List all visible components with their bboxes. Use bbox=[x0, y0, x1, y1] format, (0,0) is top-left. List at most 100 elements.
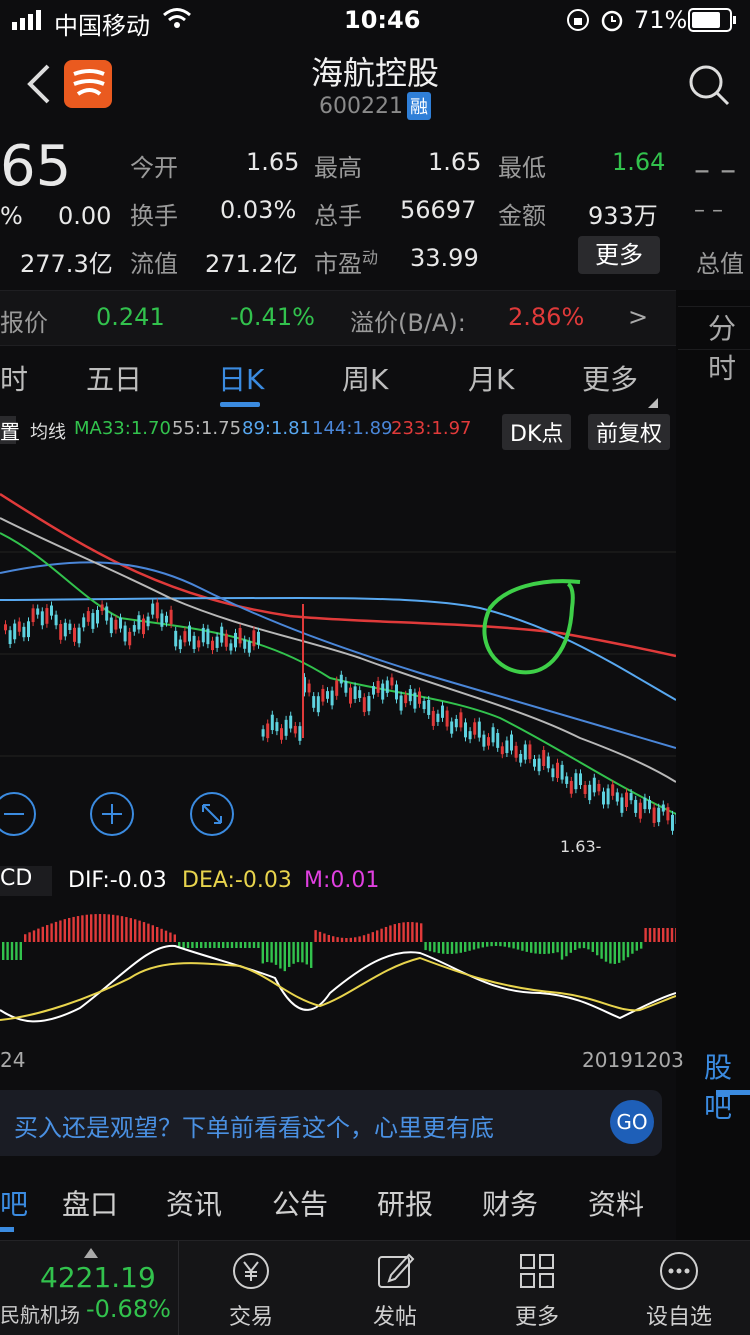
tab-intraday[interactable]: 时 bbox=[0, 358, 28, 398]
macd-bar bbox=[539, 942, 541, 954]
index-pct: -0.68% bbox=[86, 1295, 171, 1323]
zoom-out-button[interactable] bbox=[0, 793, 35, 835]
macd-bar bbox=[130, 918, 132, 942]
more-button[interactable]: 更多 bbox=[482, 1249, 592, 1331]
macd-bar bbox=[517, 942, 519, 950]
macd-bar bbox=[156, 927, 158, 942]
macd-bar bbox=[182, 942, 184, 948]
tab-orderbook[interactable]: 盘口 bbox=[62, 1183, 118, 1223]
tab-news[interactable]: 资讯 bbox=[166, 1183, 222, 1223]
promo-banner[interactable]: 买入还是观望？下单前看看这个，心里更有底 GO bbox=[0, 1090, 662, 1156]
tab-announcements[interactable]: 公告 bbox=[272, 1183, 328, 1223]
macd-bar bbox=[451, 942, 453, 954]
macd-bar bbox=[226, 942, 228, 948]
amount-value: 933万 bbox=[588, 196, 658, 231]
macd-bar bbox=[482, 942, 484, 947]
macd-bar bbox=[306, 942, 308, 964]
macd-bar bbox=[600, 942, 602, 959]
macd-bar bbox=[530, 942, 532, 953]
pe-value: 33.99 bbox=[410, 244, 479, 272]
macd-bar bbox=[666, 928, 668, 942]
more-quote-button[interactable]: 更多 bbox=[578, 236, 660, 274]
index-value: 4221.19 bbox=[40, 1261, 156, 1294]
macd-bar bbox=[86, 915, 88, 942]
macd-bar bbox=[627, 942, 629, 957]
macd-bar bbox=[72, 917, 74, 942]
macd-bar bbox=[165, 931, 167, 942]
macd-bar bbox=[336, 937, 338, 942]
ma89-value: 89:1.81 bbox=[242, 418, 311, 439]
high-value: 1.65 bbox=[428, 148, 481, 176]
dif-line bbox=[0, 946, 676, 1022]
macd-bar bbox=[587, 942, 589, 949]
macd-bar bbox=[358, 936, 360, 942]
macd-bar bbox=[490, 942, 492, 946]
trade-button[interactable]: 交易 bbox=[196, 1249, 306, 1331]
kline-chart[interactable]: 1.63- bbox=[0, 448, 676, 860]
tab-research[interactable]: 研报 bbox=[377, 1183, 433, 1223]
macd-bar bbox=[28, 932, 30, 942]
adjust-button[interactable]: 前复权 bbox=[588, 414, 670, 450]
fullscreen-button[interactable] bbox=[191, 793, 233, 835]
macd-bar bbox=[24, 934, 26, 942]
add-watchlist-button[interactable]: 设自选 bbox=[624, 1249, 734, 1331]
zoom-in-button[interactable] bbox=[91, 793, 133, 835]
settings-tab[interactable]: 置 bbox=[0, 416, 16, 444]
tab-monthly-k[interactable]: 月K bbox=[468, 358, 514, 398]
tab-intraday-side[interactable]: 分时 bbox=[678, 306, 750, 350]
macd-bar bbox=[262, 942, 264, 963]
macd-bar bbox=[424, 942, 426, 950]
hk-pct: -0.41% bbox=[230, 303, 315, 331]
macd-label[interactable]: CD bbox=[0, 866, 52, 896]
post-button[interactable]: 发帖 bbox=[340, 1249, 450, 1331]
macd-bar bbox=[596, 942, 598, 955]
macd-bar bbox=[55, 922, 57, 942]
macd-bar bbox=[552, 942, 554, 953]
tab-more[interactable]: 更多 bbox=[582, 358, 638, 398]
macd-bar bbox=[266, 942, 268, 962]
macd-chart bbox=[0, 898, 676, 1046]
open-value: 1.65 bbox=[246, 148, 299, 176]
macd-bar bbox=[37, 929, 39, 942]
tab-weekly-k[interactable]: 周K bbox=[342, 358, 388, 398]
tab-daily-k[interactable]: 日K bbox=[218, 358, 264, 398]
tab-profile[interactable]: 资料 bbox=[588, 1183, 644, 1223]
tab-forum-side[interactable]: 股吧 bbox=[704, 1046, 750, 1126]
macd-bar bbox=[508, 942, 510, 947]
macd-bar bbox=[323, 933, 325, 942]
macd-bar bbox=[561, 942, 563, 960]
go-button[interactable]: GO bbox=[610, 1100, 654, 1144]
search-button[interactable] bbox=[686, 62, 732, 112]
stock-title: 海航控股 bbox=[0, 48, 750, 94]
macd-bar bbox=[614, 942, 616, 964]
macd-bar bbox=[398, 923, 400, 942]
macd-bar bbox=[574, 942, 576, 950]
dk-point-button[interactable]: DK点 bbox=[502, 414, 571, 450]
macd-bar bbox=[341, 938, 343, 942]
macd-bar bbox=[618, 942, 620, 963]
ellipsis-circle-icon bbox=[657, 1249, 701, 1293]
macd-bar bbox=[473, 942, 475, 950]
tab-five-day[interactable]: 五日 bbox=[86, 358, 142, 398]
macd-bar bbox=[15, 942, 17, 960]
macd-bar bbox=[350, 938, 352, 942]
macd-bar bbox=[209, 942, 211, 948]
macd-bar bbox=[301, 942, 303, 962]
hk-quote-bar[interactable]: 报价 0.241 -0.41% 溢价(B/A): 2.86% > bbox=[0, 290, 676, 346]
macd-bar bbox=[116, 915, 118, 942]
watchlist-label: 设自选 bbox=[624, 1299, 734, 1331]
macd-bar bbox=[253, 942, 255, 948]
info-tabs: 吧 盘口 资讯 公告 研报 财务 资料 bbox=[0, 1175, 676, 1231]
macd-bar bbox=[420, 923, 422, 942]
macd-bar bbox=[90, 914, 92, 942]
tab-financials[interactable]: 财务 bbox=[482, 1183, 538, 1223]
float-value: 271.2亿 bbox=[205, 244, 298, 279]
macd-bar bbox=[345, 938, 347, 942]
index-ticker[interactable]: 4221.19 民航机场 -0.68% bbox=[0, 1241, 179, 1335]
price-pct: % bbox=[0, 202, 23, 230]
candlesticks bbox=[4, 598, 676, 834]
macd-bar bbox=[2, 942, 4, 960]
macd-bar bbox=[191, 942, 193, 948]
tab-forum[interactable]: 吧 bbox=[0, 1183, 28, 1223]
macd-bar bbox=[442, 942, 444, 954]
